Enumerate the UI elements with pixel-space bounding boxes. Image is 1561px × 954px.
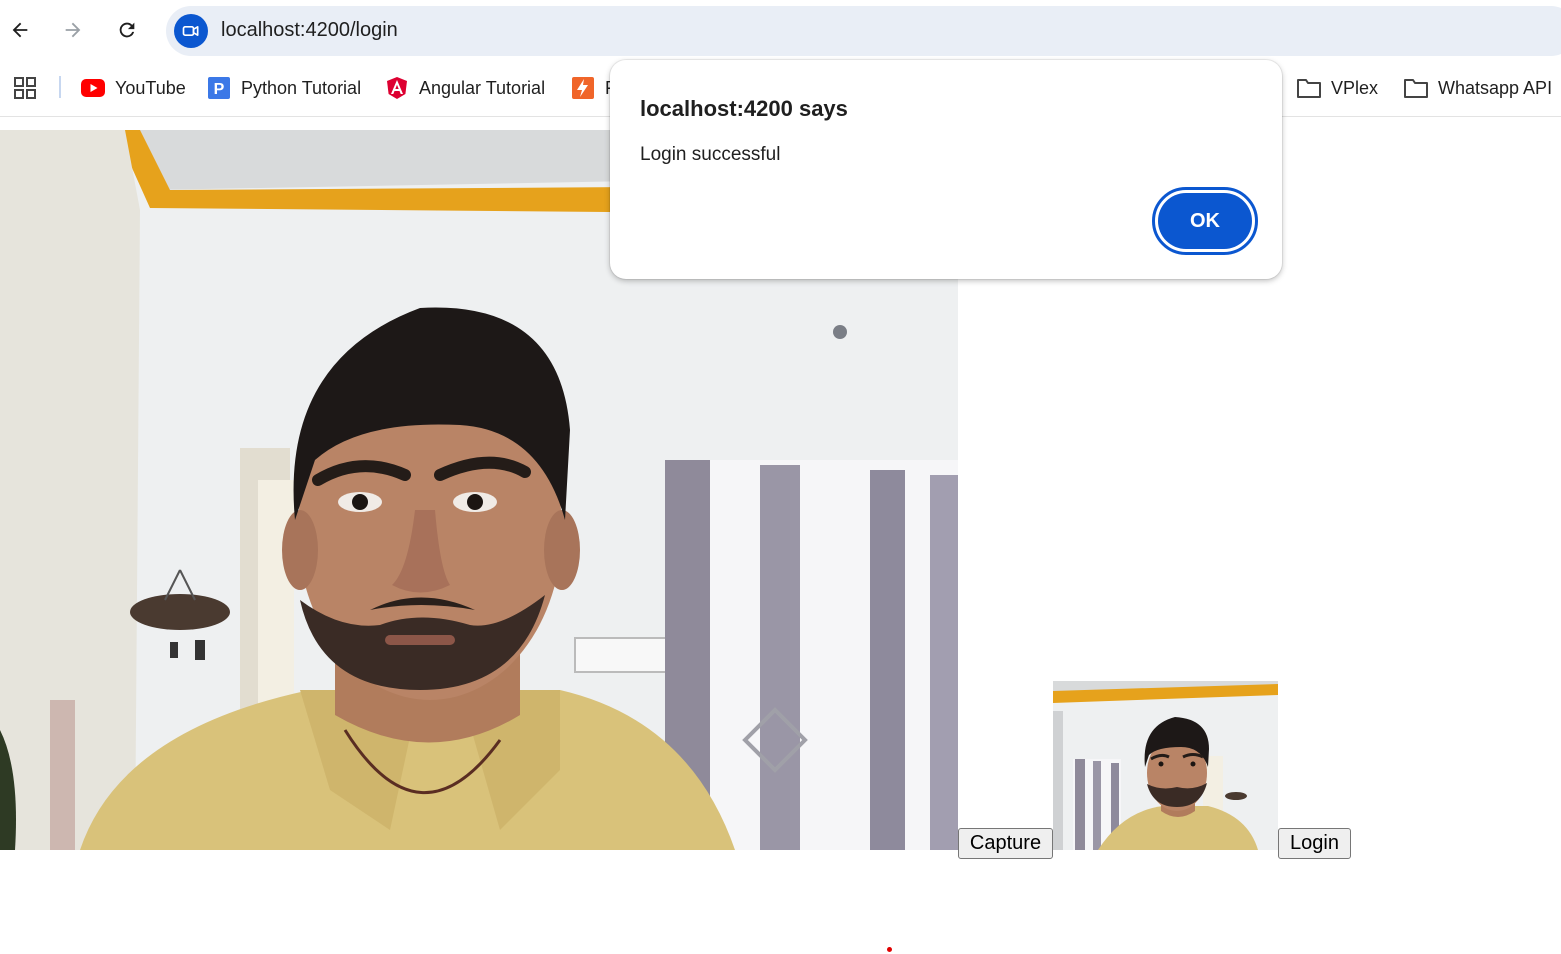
bookmark-vplex[interactable]: VPlex xyxy=(1297,74,1378,102)
red-dot xyxy=(887,947,892,952)
alert-dialog: localhost:4200 says Login successful OK xyxy=(610,60,1282,279)
angular-icon xyxy=(385,76,409,100)
folder-icon xyxy=(1404,76,1428,100)
camera-icon xyxy=(182,26,199,37)
youtube-icon xyxy=(81,76,105,100)
ok-button-label: OK xyxy=(1158,193,1252,249)
login-button[interactable]: Login xyxy=(1278,828,1351,859)
svg-text:P: P xyxy=(214,81,225,98)
forward-button[interactable] xyxy=(55,12,91,48)
arrow-right-icon xyxy=(65,22,81,38)
arrow-left-icon xyxy=(12,22,28,38)
dialog-title: localhost:4200 says xyxy=(640,96,848,121)
reload-icon xyxy=(119,22,135,38)
browser-toolbar: localhost:4200/login xyxy=(0,0,1561,62)
apps-grid-icon[interactable] xyxy=(13,76,37,105)
ok-button[interactable]: OK xyxy=(1152,187,1258,255)
bookmarks-divider xyxy=(59,76,61,98)
dialog-message: Login successful xyxy=(640,144,781,165)
address-bar[interactable]: localhost:4200/login xyxy=(166,6,1561,56)
bookmark-angular-tutorial[interactable]: Angular Tutorial xyxy=(385,74,545,102)
bookmark-whatsapp-api[interactable]: Whatsapp API xyxy=(1404,74,1552,102)
captured-image xyxy=(1053,681,1278,850)
url-text: localhost:4200/login xyxy=(221,19,398,41)
python-tutorial-icon: P xyxy=(207,76,231,100)
back-button[interactable] xyxy=(2,12,38,48)
bookmark-python-tutorial[interactable]: P Python Tutorial xyxy=(207,74,361,102)
site-info-button[interactable] xyxy=(174,14,208,48)
capture-button[interactable]: Capture xyxy=(958,828,1053,859)
folder-icon xyxy=(1297,76,1321,100)
bolt-icon xyxy=(571,76,595,100)
reload-button[interactable] xyxy=(109,12,145,48)
bookmark-youtube[interactable]: YouTube xyxy=(81,74,186,102)
